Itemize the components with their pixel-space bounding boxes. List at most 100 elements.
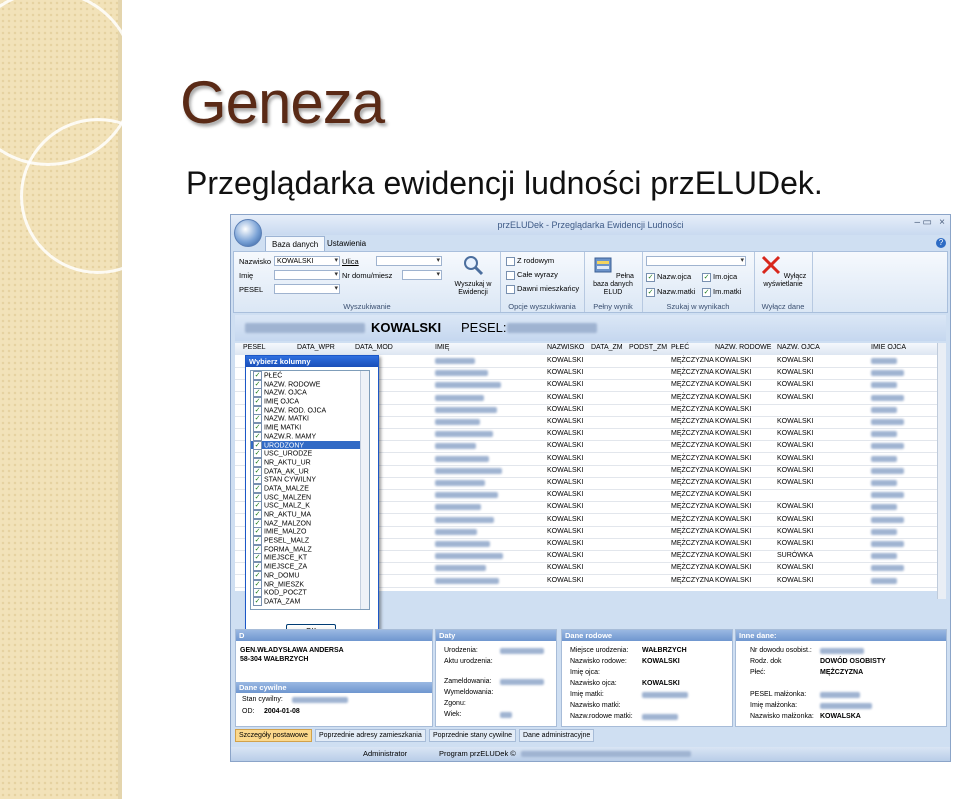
col-imie-ojca[interactable]: IMIE OJCA [871,344,906,351]
nr-domu-field[interactable] [402,270,442,280]
column-option[interactable]: ✓ NR_AKTU_MA [251,510,369,519]
nazw-matki-checkbox[interactable]: ✓ [646,287,655,297]
col-imie[interactable]: IMIĘ [435,344,449,351]
column-checkbox[interactable]: ✓ [253,466,262,476]
column-checkbox[interactable]: ✓ [253,449,262,459]
tab-baza-danych[interactable]: Baza danych [265,236,326,252]
column-option[interactable]: ✓ NR_DOMU [251,570,369,580]
minimize-button[interactable]: – [914,217,920,228]
column-checkbox[interactable]: ✓ [253,414,262,424]
column-checkbox[interactable]: ✓ [253,510,262,519]
column-option[interactable]: ✓ DATA_ZAM [251,596,369,606]
column-option[interactable]: ✓ NAZ_MALZON [251,518,369,528]
col-data-mod[interactable]: DATA_MOD [355,344,393,351]
column-checkbox[interactable]: ✓ [253,475,262,485]
column-checkbox[interactable]: ✓ [253,588,262,598]
col-nazw-rodowe[interactable]: NAZW. RODOWE [715,344,771,351]
column-option[interactable]: ✓ FORMA_MALZ [251,544,369,554]
column-checkbox[interactable]: ✓ [253,536,262,546]
column-checkbox[interactable]: ✓ [253,596,262,606]
tab-adresy[interactable]: Poprzednie adresy zamieszkania [315,729,426,742]
column-option[interactable]: ✓ DATA_MALZE [251,483,369,493]
tab-administracyjne[interactable]: Dane administracyjne [519,729,595,742]
tab-stany[interactable]: Poprzednie stany cywilne [429,729,516,742]
opt-cale-wyrazy[interactable]: Całe wyrazy [506,270,558,280]
col-data-zm[interactable]: DATA_ZM [591,344,623,351]
column-option[interactable]: ✓ MIEJSCE_ZA [251,562,369,572]
col-plec[interactable]: PŁEĆ [671,344,689,351]
wyszukaj-button[interactable]: Wyszukaj w Ewidencji [448,254,498,297]
column-option[interactable]: ✓ MIEJSCE_KT [251,553,369,563]
column-checkbox[interactable]: ✓ [253,371,262,380]
wylacz-button[interactable]: Wyłącz wyświetlanie [756,254,810,289]
column-checkbox[interactable]: ✓ [253,397,262,407]
imie-field[interactable] [274,270,340,280]
nazwisko-field[interactable]: KOWALSKI [274,256,340,266]
column-option[interactable]: ✓ IMIE_MALZO [251,527,369,537]
column-checkbox[interactable]: ✓ [253,379,262,389]
column-checkbox[interactable]: ✓ [253,483,262,493]
opt-nazw-matki[interactable]: ✓ Nazw.matki [646,287,695,297]
app-menu-orb-icon[interactable] [234,219,262,247]
szukaj-combo[interactable] [646,256,746,266]
column-option[interactable]: ✓ PESEL_MALZ [251,536,369,546]
im-matki-checkbox[interactable]: ✓ [702,287,711,297]
column-checkbox[interactable]: ✓ [253,518,262,528]
tab-ustawienia[interactable]: Ustawienia [321,236,372,251]
column-option[interactable]: ✓ NAZW. MATKI [251,414,369,424]
column-checkbox[interactable]: ✓ [253,570,262,580]
column-checkbox[interactable]: ✓ [253,492,262,502]
column-option[interactable]: ✓ IMIĘ OJCA [251,397,369,407]
opt-im-matki[interactable]: ✓ Im.matki [702,287,741,297]
maximize-button[interactable]: ▭ [923,217,932,228]
column-checkbox[interactable]: ✓ [253,457,262,467]
column-option[interactable]: ✓ NR_MIESZK [251,579,369,589]
column-option[interactable]: ✓ DATA_AK_UR [251,466,369,476]
column-checkbox[interactable]: ✓ [253,388,262,398]
column-checkbox[interactable]: ✓ [253,440,262,450]
ulica-field[interactable] [376,256,442,266]
column-checkbox[interactable]: ✓ [253,562,262,572]
column-option[interactable]: ✓ USC_MALZ_K [251,501,369,511]
column-checkbox[interactable]: ✓ [253,431,262,441]
column-option[interactable]: ✓ URODZONY [251,440,369,450]
help-icon[interactable]: ? [936,238,946,248]
tab-szczegoly[interactable]: Szczegóły postawowe [235,729,312,742]
column-option[interactable]: ✓ NAZW.R. MAMY [251,431,369,441]
col-nazw-ojca[interactable]: NAZW. OJCA [777,344,820,351]
pelna-baza-button[interactable]: Pełna baza danych ELUD [586,254,640,297]
opt-z-rodowym[interactable]: Z rodowym [506,256,554,266]
column-checkbox[interactable]: ✓ [253,423,262,433]
col-podst-zm[interactable]: PODST_ZM [629,344,667,351]
column-checkbox[interactable]: ✓ [253,527,262,537]
column-option[interactable]: ✓ PŁEĆ [251,371,369,380]
column-checkbox[interactable]: ✓ [253,553,262,563]
z-rodowym-checkbox[interactable] [506,256,515,266]
close-window-button[interactable]: × [939,217,945,228]
grid-scrollbar[interactable] [937,343,946,599]
column-option[interactable]: ✓ NAZW. RODOWE [251,379,369,389]
col-data-wpr[interactable]: DATA_WPR [297,344,335,351]
column-list-scrollbar[interactable] [360,371,369,609]
column-checkbox[interactable]: ✓ [253,544,262,554]
dawni-checkbox[interactable] [506,284,515,294]
column-option[interactable]: ✓ NAZW. ROD. OJCA [251,405,369,415]
opt-im-ojca[interactable]: ✓ Im.ojca [702,272,737,282]
column-option[interactable]: ✓ IMIĘ MATKI [251,423,369,433]
column-option[interactable]: ✓ NAZW. OJCA [251,388,369,398]
pesel-field[interactable] [274,284,340,294]
column-option[interactable]: ✓ USC_MALZEN [251,492,369,502]
column-checkbox[interactable]: ✓ [253,405,262,415]
column-option[interactable]: ✓ NR_AKTU_UR [251,457,369,467]
im-ojca-checkbox[interactable]: ✓ [702,272,711,282]
column-option[interactable]: ✓ STAN CYWILNY [251,475,369,485]
opt-dawni[interactable]: Dawni mieszkańcy [506,284,579,294]
column-checkbox[interactable]: ✓ [253,501,262,511]
column-option[interactable]: ✓ USC_URODZE [251,449,369,459]
col-nazwisko[interactable]: NAZWISKO [547,344,584,351]
cale-wyrazy-checkbox[interactable] [506,270,515,280]
col-pesel[interactable]: PESEL [243,344,266,351]
nazw-ojca-checkbox[interactable]: ✓ [646,272,655,282]
column-option[interactable]: ✓ KOD_POCZT [251,588,369,598]
opt-nazw-ojca[interactable]: ✓ Nazw.ojca [646,272,691,282]
